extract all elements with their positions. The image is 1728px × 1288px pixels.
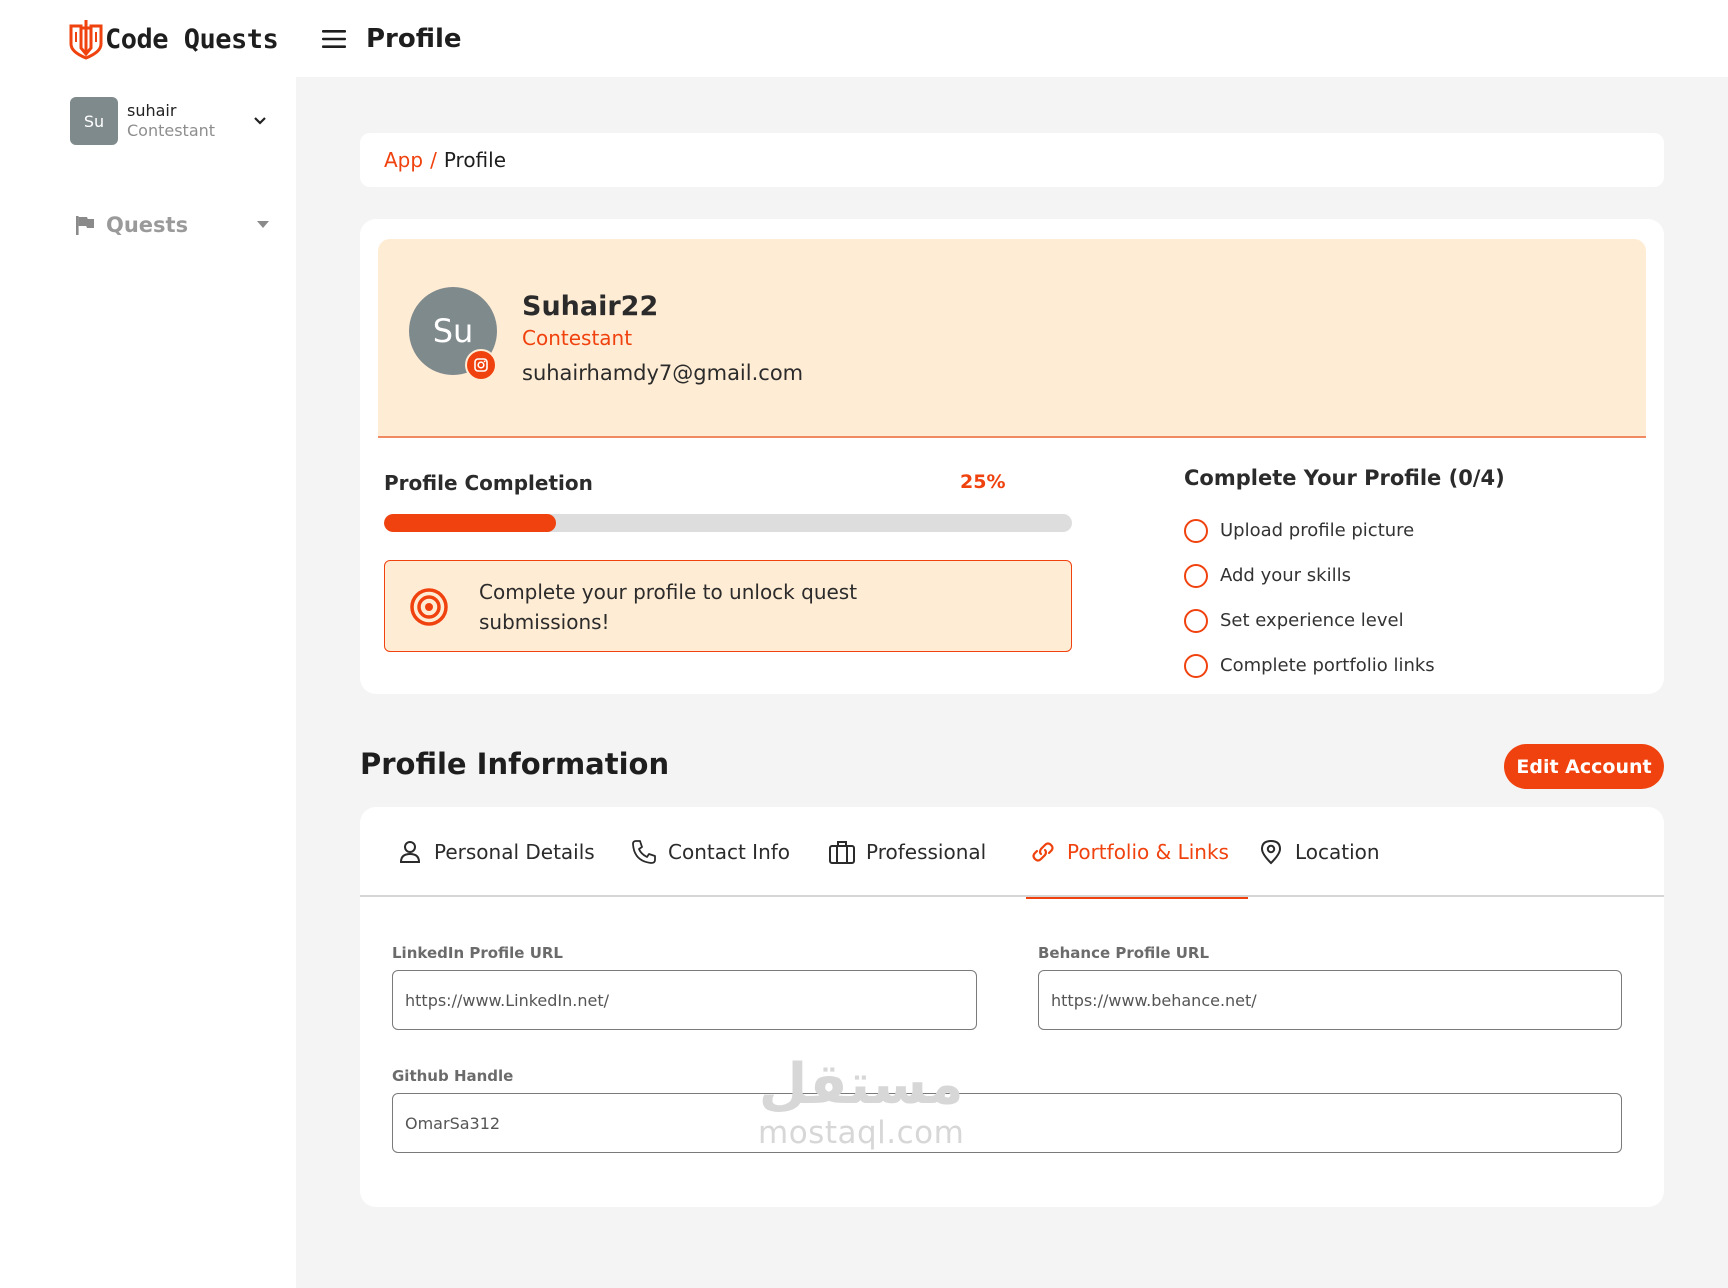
completion-progress-fill [384, 514, 556, 532]
edit-account-button[interactable]: Edit Account [1504, 744, 1664, 789]
completion-progress-bar [384, 514, 1072, 532]
app-root: Code Quests Su suhair Contestant Quests [0, 0, 1728, 1288]
checklist-item-label: Add your skills [1220, 565, 1351, 586]
profile-username: Suhair22 [522, 291, 659, 322]
checkbox-circle-icon [1184, 653, 1208, 678]
checklist-item-label: Complete portfolio links [1220, 655, 1435, 676]
linkedin-field-label: LinkedIn Profile URL [392, 944, 563, 962]
checkbox-circle-icon [1184, 518, 1208, 543]
chevron-down-icon[interactable] [250, 111, 270, 131]
checkbox-circle-icon [1184, 608, 1208, 633]
profile-email: suhairhamdy7@gmail.com [522, 361, 804, 385]
breadcrumb-link-app[interactable]: App [384, 148, 423, 172]
briefcase-icon [829, 841, 855, 864]
checklist-item-label: Set experience level [1220, 610, 1404, 631]
tab-portfolio-links[interactable]: Portfolio & Links [1026, 807, 1248, 899]
checklist-item[interactable]: Set experience level [1184, 598, 1435, 643]
profile-hero: Su Suhair22 Contestant suhairhamdy7@gmai… [378, 239, 1646, 438]
tab-location[interactable]: Location [1257, 807, 1380, 897]
upload-photo-button[interactable] [465, 349, 497, 381]
top-bar: Profile [296, 0, 1728, 77]
behance-field-label: Behance Profile URL [1038, 944, 1210, 962]
sidebar-item-quests[interactable]: Quests [74, 210, 270, 240]
target-icon [410, 588, 448, 626]
watermark-arabic: مستقل [758, 1052, 964, 1117]
flag-icon [76, 216, 94, 235]
user-role: Contestant [127, 121, 216, 140]
checklist-item[interactable]: Add your skills [1184, 553, 1435, 598]
github-handle-input[interactable] [392, 1093, 1622, 1153]
completion-percent: 25% [960, 471, 1006, 493]
avatar: Su [70, 97, 118, 145]
tab-personal-details[interactable]: Personal Details [396, 807, 595, 897]
linkedin-url-input[interactable] [392, 970, 977, 1030]
github-field-label: Github Handle [392, 1067, 514, 1085]
person-icon [399, 841, 421, 863]
main-content: App / Profile Su Suhair22 Contestant suh… [296, 77, 1728, 1288]
link-icon [1032, 842, 1054, 862]
completion-label: Profile Completion [384, 471, 593, 495]
shield-sword-logo-icon [69, 20, 103, 60]
section-title: Profile Information [360, 747, 670, 781]
profile-role: Contestant [522, 326, 633, 350]
user-name: suhair [127, 101, 177, 120]
profile-info-card: Personal Details Contact Info Profession… [360, 807, 1664, 1207]
checklist-item[interactable]: Upload profile picture [1184, 508, 1435, 553]
profile-summary-card: Su Suhair22 Contestant suhairhamdy7@gmai… [360, 219, 1664, 694]
brand-name: Code Quests [105, 23, 279, 55]
behance-url-input[interactable] [1038, 970, 1622, 1030]
hamburger-menu-icon[interactable] [320, 27, 348, 51]
completion-notice-text: Complete your profile to unlock quest su… [479, 580, 858, 634]
sidebar-item-label: Quests [106, 213, 189, 237]
checklist-title: Complete Your Profile (0/4) [1184, 466, 1505, 490]
tab-label: Location [1295, 840, 1380, 864]
tab-label: Contact Info [668, 840, 791, 864]
checklist-item-label: Upload profile picture [1220, 520, 1415, 541]
checkbox-circle-icon [1184, 563, 1208, 588]
tab-professional[interactable]: Professional [828, 807, 986, 897]
breadcrumb: App / Profile [360, 133, 1664, 187]
phone-icon [632, 840, 656, 864]
completion-notice: Complete your profile to unlock quest su… [384, 560, 1072, 652]
brand-logo[interactable]: Code Quests [68, 18, 279, 60]
user-switcher[interactable]: Su suhair Contestant [70, 97, 270, 145]
tab-label: Portfolio & Links [1067, 840, 1229, 864]
watermark-latin: mostaql.com [758, 1115, 965, 1151]
camera-icon [474, 358, 488, 372]
checklist-item[interactable]: Complete portfolio links [1184, 643, 1435, 688]
tab-label: Personal Details [434, 840, 595, 864]
caret-down-icon[interactable] [256, 218, 270, 230]
tab-label: Professional [866, 840, 987, 864]
profile-checklist: Upload profile picture Add your skills S… [1184, 508, 1435, 688]
profile-tabs: Personal Details Contact Info Profession… [360, 807, 1664, 899]
watermark: مستقل mostaql.com [758, 1052, 965, 1152]
page-title: Profile [366, 23, 462, 54]
breadcrumb-separator: / [430, 148, 437, 172]
breadcrumb-current: Profile [443, 148, 507, 172]
tab-contact-info[interactable]: Contact Info [630, 807, 790, 897]
map-pin-icon [1260, 839, 1282, 865]
sidebar: Code Quests Su suhair Contestant Quests [0, 0, 296, 1288]
